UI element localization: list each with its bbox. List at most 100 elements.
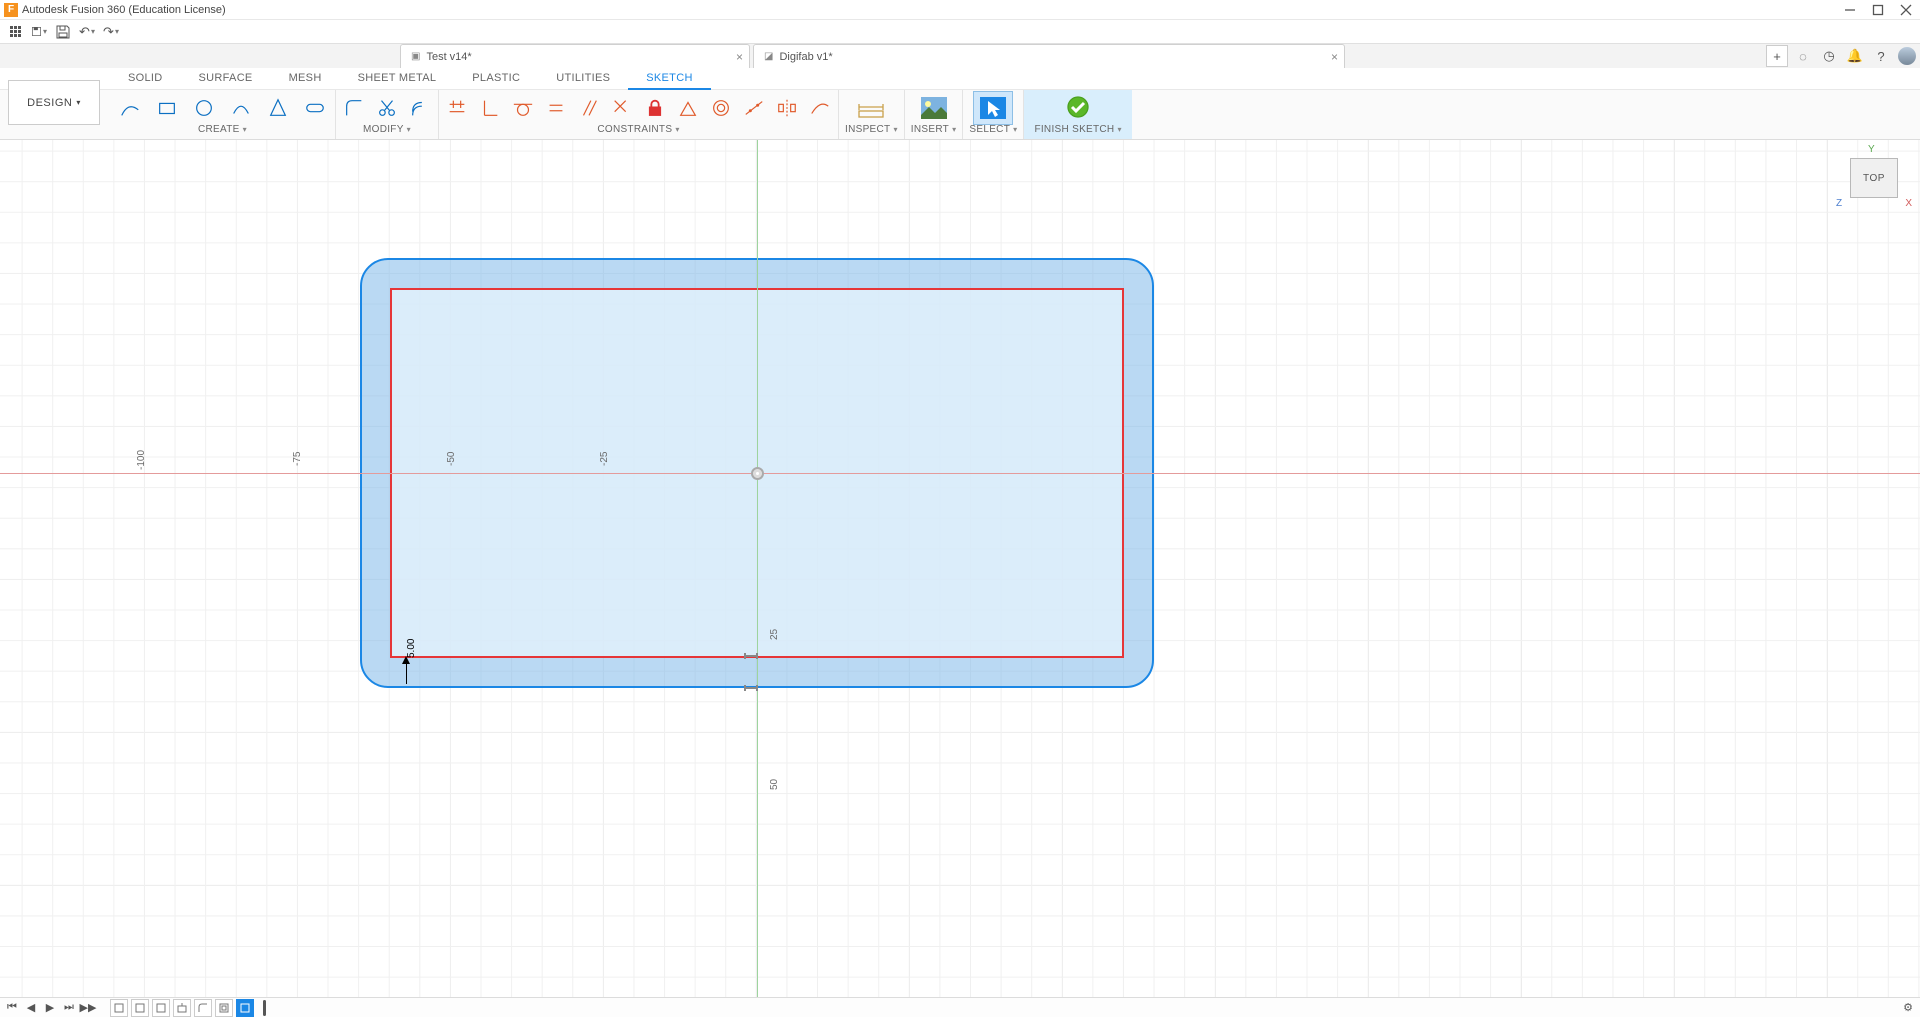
- polygon-tool[interactable]: [264, 96, 292, 120]
- redo-button[interactable]: ↷: [100, 21, 122, 43]
- ws-tab-sketch[interactable]: SKETCH: [628, 68, 710, 90]
- file-tab-digifab[interactable]: ◪ Digifab v1* ×: [753, 44, 1345, 68]
- ws-tab-plastic[interactable]: PLASTIC: [454, 68, 538, 90]
- timeline-feature-shell[interactable]: [215, 999, 233, 1017]
- file-tab-bar: ▣ Test v14* × ◪ Digifab v1* × + ◌ ◷ 🔔 ?: [0, 44, 1920, 68]
- save-button[interactable]: [52, 21, 74, 43]
- panel-label-modify[interactable]: MODIFY: [363, 124, 411, 135]
- timeline-start-button[interactable]: ⏮: [4, 1000, 20, 1016]
- arc-tool[interactable]: [227, 96, 255, 120]
- panel-label-insert[interactable]: INSERT: [911, 124, 957, 135]
- timeline-feature-sketch[interactable]: [131, 999, 149, 1017]
- offset-tool[interactable]: [408, 96, 432, 120]
- panel-insert: INSERT: [905, 90, 964, 139]
- axis-label-z: Z: [1836, 198, 1842, 209]
- symmetry-constraint[interactable]: [775, 96, 799, 120]
- ws-tab-sheetmetal[interactable]: SHEET METAL: [340, 68, 455, 90]
- app-icon: F: [4, 3, 18, 17]
- curvature-constraint[interactable]: [808, 96, 832, 120]
- avatar-icon: [1898, 47, 1916, 65]
- collinear-constraint[interactable]: [742, 96, 766, 120]
- tangent-constraint[interactable]: [511, 96, 535, 120]
- panel-label-inspect[interactable]: INSPECT: [845, 124, 898, 135]
- ws-tab-solid[interactable]: SOLID: [110, 68, 181, 90]
- ws-tab-surface[interactable]: SURFACE: [181, 68, 271, 90]
- equal-constraint[interactable]: [544, 96, 568, 120]
- parallel-constraint[interactable]: [577, 96, 601, 120]
- concentric-constraint[interactable]: [709, 96, 733, 120]
- panel-create: CREATE: [110, 90, 336, 139]
- rectangle-tool[interactable]: [153, 96, 181, 120]
- slot-tool[interactable]: [301, 96, 329, 120]
- workspace-tab-row: SOLID SURFACE MESH SHEET METAL PLASTIC U…: [0, 68, 1920, 90]
- timeline-play-button[interactable]: ▶▶: [80, 1000, 96, 1016]
- ws-tab-mesh[interactable]: MESH: [271, 68, 340, 90]
- file-tab-test[interactable]: ▣ Test v14* ×: [400, 44, 750, 68]
- inspect-tool[interactable]: [851, 91, 891, 125]
- panel-constraints: CONSTRAINTS: [439, 90, 839, 139]
- circle-tool[interactable]: [190, 96, 218, 120]
- maximize-button[interactable]: [1864, 0, 1892, 20]
- ruler-tick: 25: [769, 629, 780, 640]
- timeline-feature-sketch[interactable]: [152, 999, 170, 1017]
- new-design-button[interactable]: +: [1766, 45, 1788, 67]
- extensions-button[interactable]: ◌: [1792, 45, 1814, 67]
- line-tool[interactable]: [116, 96, 144, 120]
- fillet-tool[interactable]: [342, 96, 366, 120]
- midpoint-constraint[interactable]: [676, 96, 700, 120]
- close-tab-button[interactable]: ×: [1331, 50, 1338, 64]
- horizontal-constraint-icon[interactable]: [744, 680, 758, 690]
- close-button[interactable]: [1892, 0, 1920, 20]
- data-panel-button[interactable]: [4, 21, 26, 43]
- axis-label-y: Y: [1868, 144, 1875, 155]
- job-status-button[interactable]: ◷: [1818, 45, 1840, 67]
- workspace-selector[interactable]: DESIGN: [8, 80, 100, 125]
- timeline-playhead[interactable]: [263, 1000, 266, 1016]
- timeline-settings-button[interactable]: ⚙: [1900, 1000, 1916, 1016]
- origin-icon[interactable]: [751, 467, 764, 480]
- ruler-tick: -25: [599, 452, 610, 466]
- panel-label-finish[interactable]: FINISH SKETCH: [1034, 124, 1121, 135]
- insert-tool[interactable]: [914, 91, 954, 125]
- horizontal-constraint-icon[interactable]: [744, 648, 758, 658]
- panel-label-constraints[interactable]: CONSTRAINTS: [597, 124, 679, 135]
- ws-tab-utilities[interactable]: UTILITIES: [538, 68, 628, 90]
- view-cube[interactable]: Y TOP X Z: [1850, 158, 1898, 198]
- timeline-feature-extrude[interactable]: [173, 999, 191, 1017]
- file-menu-button[interactable]: [28, 21, 50, 43]
- horizontal-constraint[interactable]: [445, 96, 469, 120]
- file-tab-label: Test v14*: [426, 51, 471, 63]
- ruler-tick: -50: [446, 452, 457, 466]
- timeline-end-button[interactable]: ⏭: [61, 1000, 77, 1016]
- help-button[interactable]: ?: [1870, 45, 1892, 67]
- ruler-tick: -75: [292, 452, 303, 466]
- panel-finish: FINISH SKETCH: [1024, 90, 1131, 139]
- fix-constraint[interactable]: [643, 96, 667, 120]
- timeline-feature-fillet[interactable]: [194, 999, 212, 1017]
- ruler-tick: -100: [136, 450, 147, 470]
- notifications-button[interactable]: 🔔: [1844, 45, 1866, 67]
- view-cube-face[interactable]: TOP: [1850, 158, 1898, 198]
- x-axis: [0, 473, 1920, 474]
- panel-select: SELECT: [963, 90, 1024, 139]
- minimize-button[interactable]: [1836, 0, 1864, 20]
- vertical-constraint[interactable]: [478, 96, 502, 120]
- quick-access-toolbar: ↶ ↷: [0, 20, 1920, 44]
- profile-button[interactable]: [1896, 45, 1918, 67]
- app-title: Autodesk Fusion 360 (Education License): [22, 4, 226, 16]
- panel-label-select[interactable]: SELECT: [969, 124, 1017, 135]
- finish-sketch-button[interactable]: [1058, 91, 1098, 125]
- timeline-feature-sketch[interactable]: [110, 999, 128, 1017]
- canvas[interactable]: -100 -75 -50 -25 25 50 5.00 Y TOP X Z: [0, 140, 1920, 997]
- undo-button[interactable]: ↶: [76, 21, 98, 43]
- file-tab-label: Digifab v1*: [779, 51, 832, 63]
- trim-tool[interactable]: [375, 96, 399, 120]
- select-tool[interactable]: [973, 91, 1013, 125]
- timeline-back-button[interactable]: ◀: [23, 1000, 39, 1016]
- timeline-feature-sketch-active[interactable]: [236, 999, 254, 1017]
- perpendicular-constraint[interactable]: [610, 96, 634, 120]
- timeline-forward-button[interactable]: ▶: [42, 1000, 58, 1016]
- panel-label-create[interactable]: CREATE: [198, 124, 247, 135]
- dimension[interactable]: 5.00: [402, 656, 410, 684]
- close-tab-button[interactable]: ×: [736, 50, 743, 64]
